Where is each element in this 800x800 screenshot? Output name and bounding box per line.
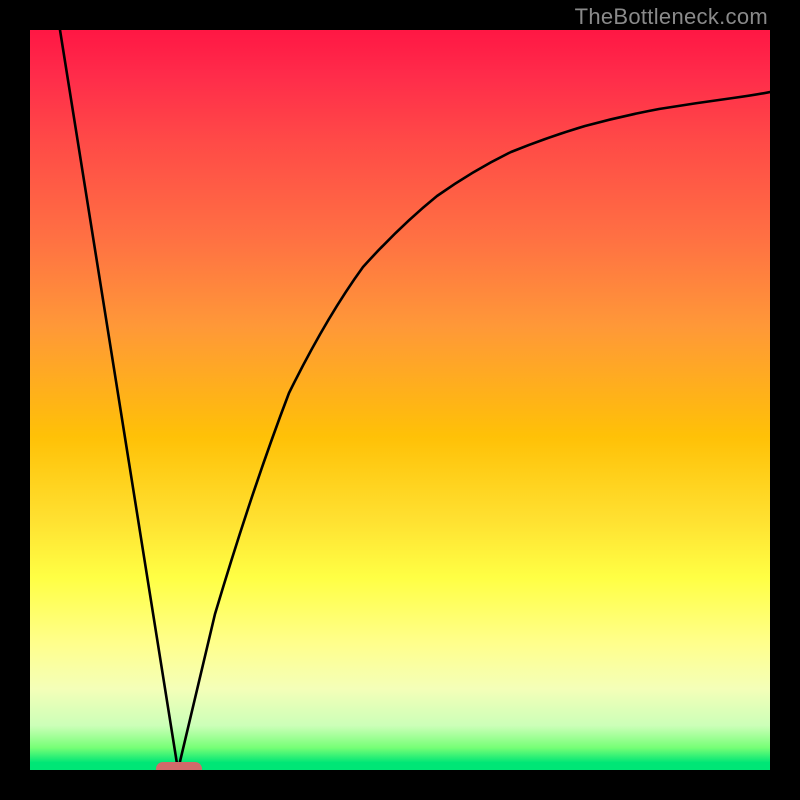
- chart-frame: TheBottleneck.com: [0, 0, 800, 800]
- watermark-text: TheBottleneck.com: [575, 4, 768, 30]
- plot-area: [30, 30, 770, 770]
- right-curve-line: [178, 92, 770, 770]
- curve-layer: [30, 30, 770, 770]
- left-slope-line: [60, 30, 178, 770]
- valley-marker: [156, 762, 202, 770]
